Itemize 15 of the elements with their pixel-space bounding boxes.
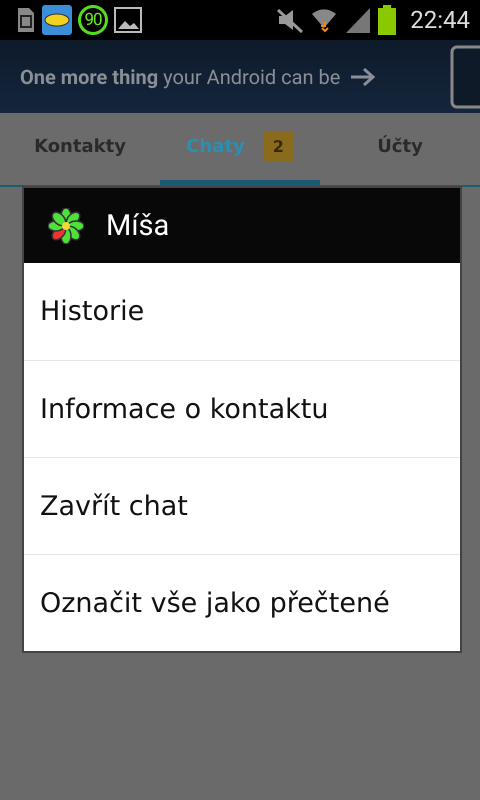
flower-icon bbox=[48, 208, 84, 244]
muted-speaker-icon bbox=[276, 7, 304, 33]
app-icon bbox=[42, 5, 72, 35]
sim-card-icon bbox=[16, 7, 36, 33]
banner-text: One more thing your Android can be bbox=[20, 64, 340, 88]
phone-drawing bbox=[450, 44, 480, 108]
image-icon bbox=[114, 7, 142, 33]
clock: 22:44 bbox=[410, 6, 470, 34]
download-count: 90 bbox=[78, 5, 108, 35]
dialog-title: Míša bbox=[106, 208, 170, 242]
battery-icon bbox=[378, 5, 396, 35]
signal-icon bbox=[344, 7, 372, 33]
ad-banner[interactable]: One more thing your Android can be bbox=[0, 40, 480, 113]
unread-badge: 2 bbox=[262, 131, 294, 162]
arrow-icon bbox=[350, 66, 376, 86]
